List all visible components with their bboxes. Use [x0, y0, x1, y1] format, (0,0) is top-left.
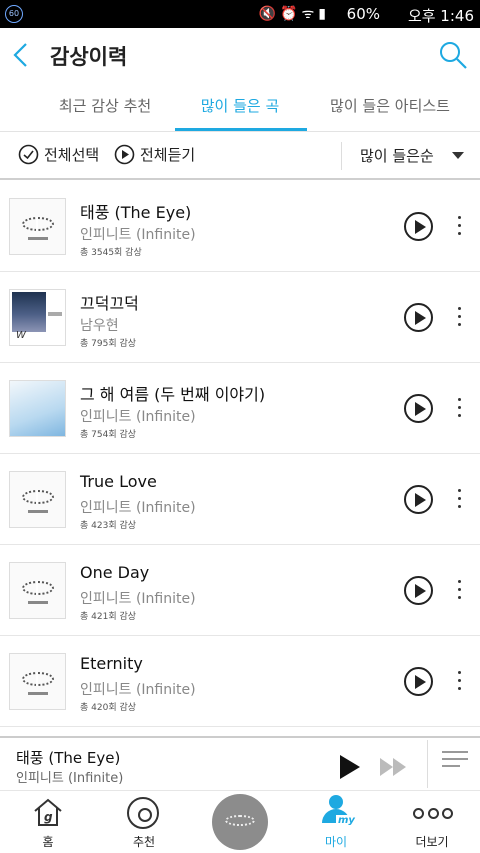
- page-title: 감상이력: [50, 45, 128, 69]
- dropdown-arrow-icon[interactable]: [452, 152, 464, 159]
- tab-recent-recommend[interactable]: 최근 감상 추천: [40, 84, 170, 132]
- play-icon[interactable]: [340, 755, 360, 779]
- song-row[interactable]: 태풍 (The Eye) 인피니트 (Infinite) 총 3545회 감상: [0, 181, 480, 272]
- more-options-icon[interactable]: [451, 489, 467, 511]
- song-title: 끄덕끄덕: [80, 294, 139, 313]
- song-row[interactable]: 그 해 여름 (두 번째 이야기) 인피니트 (Infinite) 총 754회…: [0, 363, 480, 454]
- bottom-nav: g 홈 추천 my 마이 더보기: [0, 790, 480, 853]
- nav-label: 홈: [42, 835, 54, 849]
- tab-most-played-songs[interactable]: 많이 들은 곡: [175, 84, 305, 132]
- battery-percent: 60%: [346, 5, 380, 23]
- home-icon: g: [34, 798, 62, 826]
- status-icons: 🔇⏰ᯤ▮: [258, 6, 330, 22]
- play-count: 총 754회 감상: [80, 430, 137, 440]
- song-artist: 인피니트 (Infinite): [80, 500, 196, 516]
- select-all-label: 전체선택: [44, 146, 100, 164]
- check-circle-icon: [18, 144, 39, 165]
- more-options-icon[interactable]: [451, 398, 467, 420]
- album-cover: [9, 471, 66, 528]
- more-options-icon[interactable]: [451, 580, 467, 602]
- more-icon: [413, 808, 453, 820]
- now-playing-artist: 인피니트 (Infinite): [16, 771, 124, 786]
- tab-most-played-artists[interactable]: 많이 들은 아티스트: [310, 84, 470, 132]
- play-icon[interactable]: [404, 394, 433, 423]
- play-circle-icon: [114, 144, 135, 165]
- app-header: 감상이력: [0, 28, 480, 84]
- song-title: Eternity: [80, 654, 143, 673]
- song-artist: 인피니트 (Infinite): [80, 591, 196, 607]
- play-count: 총 795회 감상: [80, 339, 137, 349]
- back-icon[interactable]: [10, 40, 34, 70]
- more-options-icon[interactable]: [451, 216, 467, 238]
- active-tab-indicator: [175, 128, 307, 131]
- song-row[interactable]: True Love 인피니트 (Infinite) 총 423회 감상: [0, 454, 480, 545]
- song-artist: 인피니트 (Infinite): [80, 682, 196, 698]
- search-icon[interactable]: [438, 40, 468, 70]
- nav-label: 추천: [132, 835, 156, 849]
- album-cover: [9, 562, 66, 619]
- play-icon[interactable]: [404, 212, 433, 241]
- play-icon[interactable]: [404, 576, 433, 605]
- nav-label: 마이: [324, 835, 348, 849]
- select-all-button[interactable]: 전체선택: [18, 144, 99, 165]
- playlist-icon[interactable]: [442, 751, 468, 777]
- recommend-icon: [127, 797, 159, 829]
- play-count: 총 421회 감상: [80, 612, 137, 622]
- more-options-icon[interactable]: [451, 671, 467, 693]
- song-list: 태풍 (The Eye) 인피니트 (Infinite) 총 3545회 감상 …: [0, 181, 480, 727]
- song-artist: 인피니트 (Infinite): [80, 409, 196, 425]
- album-cover: [9, 653, 66, 710]
- song-row[interactable]: One Day 인피니트 (Infinite) 총 421회 감상: [0, 545, 480, 636]
- play-count: 총 423회 감상: [80, 521, 137, 531]
- song-title: 태풍 (The Eye): [80, 203, 192, 222]
- divider: [341, 142, 342, 170]
- nav-label: 더보기: [415, 835, 449, 849]
- next-track-icon[interactable]: [380, 758, 408, 776]
- song-row[interactable]: Eternity 인피니트 (Infinite) 총 420회 감상: [0, 636, 480, 727]
- album-cover: [9, 198, 66, 255]
- album-disc-icon: [212, 794, 268, 850]
- album-cover: [9, 380, 66, 437]
- play-icon[interactable]: [404, 485, 433, 514]
- song-title: True Love: [80, 472, 157, 491]
- divider: [427, 740, 428, 788]
- nav-now-playing-album[interactable]: [192, 791, 288, 853]
- status-bar: 60 🔇⏰ᯤ▮ 60% 오후 1:46: [0, 0, 480, 28]
- now-playing-title: 태풍 (The Eye): [16, 749, 121, 767]
- tab-bar: 최근 감상 추천 많이 들은 곡 많이 들은 아티스트: [0, 84, 480, 132]
- play-count: 총 3545회 감상: [80, 248, 142, 258]
- sort-dropdown[interactable]: 많이 들은순: [360, 145, 434, 166]
- list-action-bar: 전체선택 전체듣기 많이 들은순: [0, 132, 480, 180]
- svg-text:g: g: [44, 810, 53, 824]
- my-icon: my: [322, 795, 357, 829]
- play-icon[interactable]: [404, 303, 433, 332]
- play-all-label: 전체듣기: [140, 146, 196, 164]
- nav-more[interactable]: 더보기: [384, 791, 480, 853]
- song-artist: 인피니트 (Infinite): [80, 227, 196, 243]
- play-icon[interactable]: [404, 667, 433, 696]
- mini-player[interactable]: 태풍 (The Eye) 인피니트 (Infinite): [0, 736, 480, 790]
- song-title: One Day: [80, 563, 150, 582]
- song-title: 그 해 여름 (두 번째 이야기): [80, 385, 266, 404]
- song-artist: 남우현: [80, 318, 119, 334]
- notification-badge: 60: [5, 5, 23, 23]
- nav-my[interactable]: my 마이: [288, 791, 384, 853]
- play-all-button[interactable]: 전체듣기: [114, 144, 195, 165]
- clock: 오후 1:46: [407, 7, 474, 25]
- play-count: 총 420회 감상: [80, 703, 137, 713]
- song-row[interactable]: W 끄덕끄덕 남우현 총 795회 감상: [0, 272, 480, 363]
- nav-recommend[interactable]: 추천: [96, 791, 192, 853]
- album-cover: W: [9, 289, 66, 346]
- nav-home[interactable]: g 홈: [0, 791, 96, 853]
- more-options-icon[interactable]: [451, 307, 467, 329]
